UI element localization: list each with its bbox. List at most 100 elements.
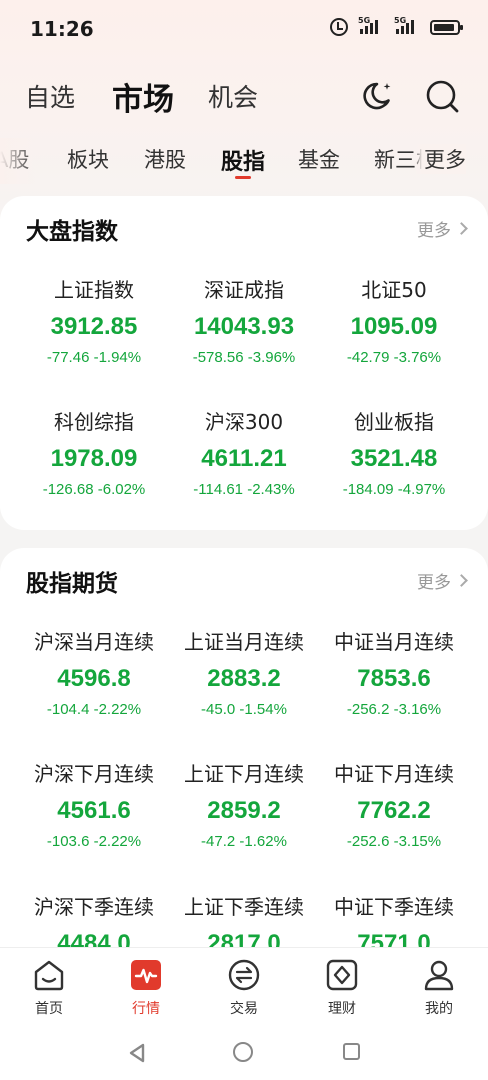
index-item[interactable]: 创业板指 3521.48 -184.09 -4.97%: [313, 408, 475, 498]
index-card-more-link[interactable]: 更多: [417, 216, 468, 241]
index-price: 4611.21: [201, 445, 287, 472]
recent-apps-icon[interactable]: [343, 1043, 360, 1060]
nav-profile[interactable]: 我的: [394, 958, 484, 1018]
futures-price: 4596.8: [57, 665, 131, 692]
index-change: -184.09 -4.97%: [342, 481, 446, 498]
status-bar: 11:26 5G 5G: [0, 0, 488, 58]
signal-icon: 5G: [394, 16, 414, 34]
index-name: 创业板指: [354, 410, 434, 434]
market-pulse-icon: [129, 958, 163, 992]
nav-wealth[interactable]: 理财: [297, 958, 387, 1018]
trade-exchange-icon: [227, 958, 261, 992]
battery-icon: [430, 19, 463, 35]
index-name: 北证50: [361, 278, 427, 302]
wealth-shield-icon: [325, 958, 359, 992]
tab-opportunities[interactable]: 机会: [208, 78, 258, 114]
home-icon: [32, 958, 66, 992]
tabs-fade-left: [0, 138, 36, 184]
network-type-label: 5G: [394, 16, 407, 25]
futures-item[interactable]: 上证当月连续 2883.2 -45.0 -1.54%: [163, 628, 325, 718]
index-change: -114.61 -2.43%: [193, 481, 295, 498]
index-item[interactable]: 沪深300 4611.21 -114.61 -2.43%: [163, 408, 325, 498]
futures-price: 4561.6: [57, 797, 131, 824]
futures-item[interactable]: 沪深下月连续 4561.6 -103.6 -2.22%: [13, 760, 175, 850]
subtab-hk-stocks[interactable]: 港股: [144, 144, 186, 174]
futures-price: 7762.2: [357, 797, 431, 824]
market-subtabs: A股 板块 港股 股指 基金 新三板 更多: [0, 138, 488, 184]
index-name: 上证指数: [54, 278, 134, 302]
bottom-navigation: 首页 行情 交易 理财 我的: [0, 947, 488, 1025]
subtab-funds[interactable]: 基金: [298, 144, 340, 174]
index-change: -578.56 -3.96%: [192, 349, 296, 366]
index-price: 1095.09: [350, 313, 438, 340]
futures-name: 上证当月连续: [184, 630, 304, 654]
tab-watchlist[interactable]: 自选: [25, 78, 75, 114]
futures-item[interactable]: 中证当月连续 7853.6 -256.2 -3.16%: [313, 628, 475, 718]
nav-home[interactable]: 首页: [4, 958, 94, 1018]
index-price: 1978.09: [50, 445, 138, 472]
network-type-label: 5G: [358, 16, 371, 25]
futures-card-title: 股指期货: [26, 571, 118, 597]
futures-name: 沪深下月连续: [34, 762, 154, 786]
index-card-title: 大盘指数: [26, 219, 118, 245]
index-card: 大盘指数 更多 上证指数 3912.85 -77.46 -1.94% 深证成指 …: [0, 196, 488, 530]
nav-label: 首页: [35, 1001, 63, 1017]
signal-icon: 5G: [358, 16, 378, 34]
system-navigation-bar: [0, 1025, 488, 1080]
futures-name: 沪深下季连续: [34, 895, 154, 919]
futures-price: 7853.6: [357, 665, 431, 692]
futures-item[interactable]: 中证下月连续 7762.2 -252.6 -3.15%: [313, 760, 475, 850]
index-name: 深证成指: [204, 278, 284, 302]
index-item[interactable]: 北证50 1095.09 -42.79 -3.76%: [313, 276, 475, 366]
subtab-more[interactable]: 更多: [414, 144, 466, 174]
tab-market[interactable]: 市场: [112, 74, 174, 119]
nav-label: 理财: [328, 1001, 356, 1017]
futures-name: 中证下季连续: [334, 895, 454, 919]
back-icon[interactable]: [128, 1043, 146, 1063]
more-label: 更多: [417, 221, 451, 241]
alarm-icon: [330, 18, 348, 36]
futures-name: 沪深当月连续: [34, 630, 154, 654]
index-name: 科创综指: [54, 410, 134, 434]
futures-change: -252.6 -3.15%: [346, 833, 442, 850]
night-mode-icon[interactable]: [360, 78, 396, 114]
futures-name: 上证下月连续: [184, 762, 304, 786]
index-change: -42.79 -3.76%: [346, 349, 442, 366]
subtab-sectors[interactable]: 板块: [67, 144, 109, 174]
index-change: -126.68 -6.02%: [42, 481, 146, 498]
index-item[interactable]: 深证成指 14043.93 -578.56 -3.96%: [163, 276, 325, 366]
futures-price: 2883.2: [207, 665, 281, 692]
nav-market[interactable]: 行情: [101, 958, 191, 1018]
chevron-right-icon: [455, 574, 468, 587]
nav-label: 行情: [132, 1001, 160, 1017]
futures-item[interactable]: 上证下月连续 2859.2 -47.2 -1.62%: [163, 760, 325, 850]
futures-change: -47.2 -1.62%: [201, 833, 287, 850]
index-name: 沪深300: [204, 410, 284, 434]
futures-change: -103.6 -2.22%: [46, 833, 142, 850]
index-item[interactable]: 科创综指 1978.09 -126.68 -6.02%: [13, 408, 175, 498]
profile-icon: [422, 958, 456, 992]
futures-card-more-link[interactable]: 更多: [417, 568, 468, 593]
chevron-right-icon: [455, 222, 468, 235]
futures-price: 2859.2: [207, 797, 281, 824]
more-label: 更多: [417, 573, 451, 593]
futures-name: 中证当月连续: [334, 630, 454, 654]
status-time: 11:26: [30, 17, 94, 41]
nav-label: 我的: [425, 1001, 453, 1017]
top-navigation: 自选 市场 机会: [0, 66, 488, 126]
subtab-stock-index[interactable]: 股指: [221, 144, 265, 176]
nav-label: 交易: [230, 1001, 258, 1017]
futures-change: -45.0 -1.54%: [201, 701, 287, 718]
status-icons: 5G 5G: [330, 16, 463, 36]
index-item[interactable]: 上证指数 3912.85 -77.46 -1.94%: [13, 276, 175, 366]
futures-change: -104.4 -2.22%: [46, 701, 142, 718]
active-tab-indicator: [235, 176, 251, 179]
nav-trade[interactable]: 交易: [199, 958, 289, 1018]
futures-item[interactable]: 沪深当月连续 4596.8 -104.4 -2.22%: [13, 628, 175, 718]
index-price: 3912.85: [50, 313, 138, 340]
futures-card: 股指期货 更多 沪深当月连续 4596.8 -104.4 -2.22% 上证当月…: [0, 548, 488, 968]
home-button-icon[interactable]: [233, 1042, 253, 1062]
index-change: -77.46 -1.94%: [46, 349, 142, 366]
search-icon[interactable]: [424, 78, 460, 114]
futures-name: 上证下季连续: [184, 895, 304, 919]
